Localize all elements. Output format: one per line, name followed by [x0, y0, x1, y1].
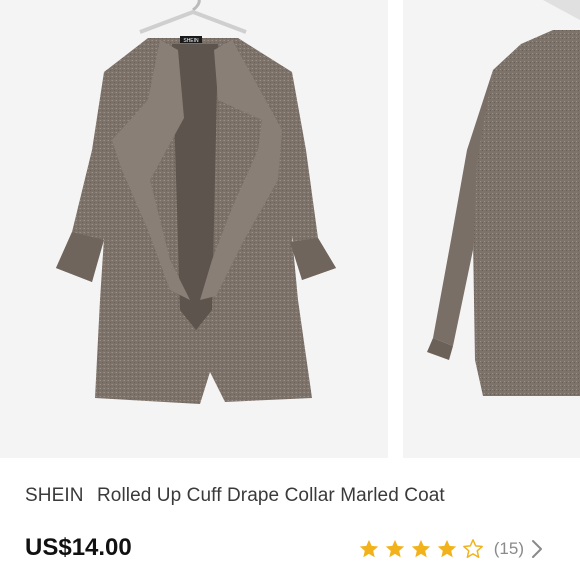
product-image-front[interactable]: SHEIN [0, 0, 388, 458]
product-image-back[interactable] [403, 0, 580, 458]
brand-name: SHEIN [25, 485, 84, 506]
chevron-right-icon[interactable] [530, 538, 544, 560]
coat-front-image: SHEIN [56, 0, 336, 404]
rating-summary[interactable]: (15) [358, 537, 544, 561]
product-name: Rolled Up Cuff Drape Collar Marled Coat [96, 485, 445, 506]
product-image-carousel[interactable]: SHEIN [0, 0, 580, 458]
product-title[interactable]: SHEIN Rolled Up Cuff Drape Collar Marled… [25, 485, 565, 507]
star-filled-icon [436, 538, 458, 560]
neck-label-text: SHEIN [183, 38, 199, 44]
star-filled-icon [358, 538, 380, 560]
star-empty-icon [462, 538, 484, 560]
product-info-panel: SHEIN Rolled Up Cuff Drape Collar Marled… [0, 458, 580, 580]
star-filled-icon [410, 538, 432, 560]
coat-back-image [427, 0, 580, 396]
star-filled-icon [384, 538, 406, 560]
product-price: US$14.00 [25, 534, 132, 561]
review-count: (15) [493, 539, 524, 558]
